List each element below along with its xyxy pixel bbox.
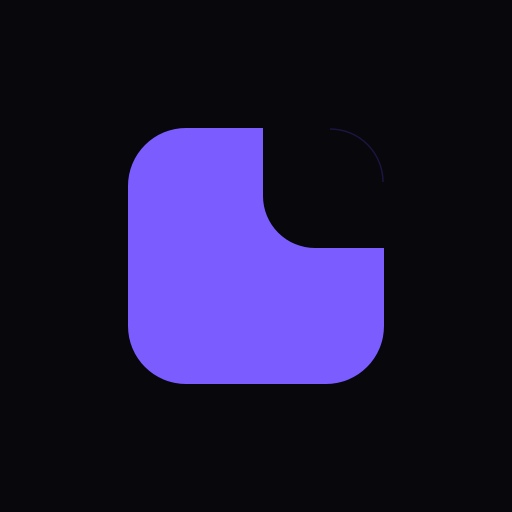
app-icon-canvas — [0, 0, 512, 512]
rounded-square-notched-corner-icon — [0, 0, 512, 512]
